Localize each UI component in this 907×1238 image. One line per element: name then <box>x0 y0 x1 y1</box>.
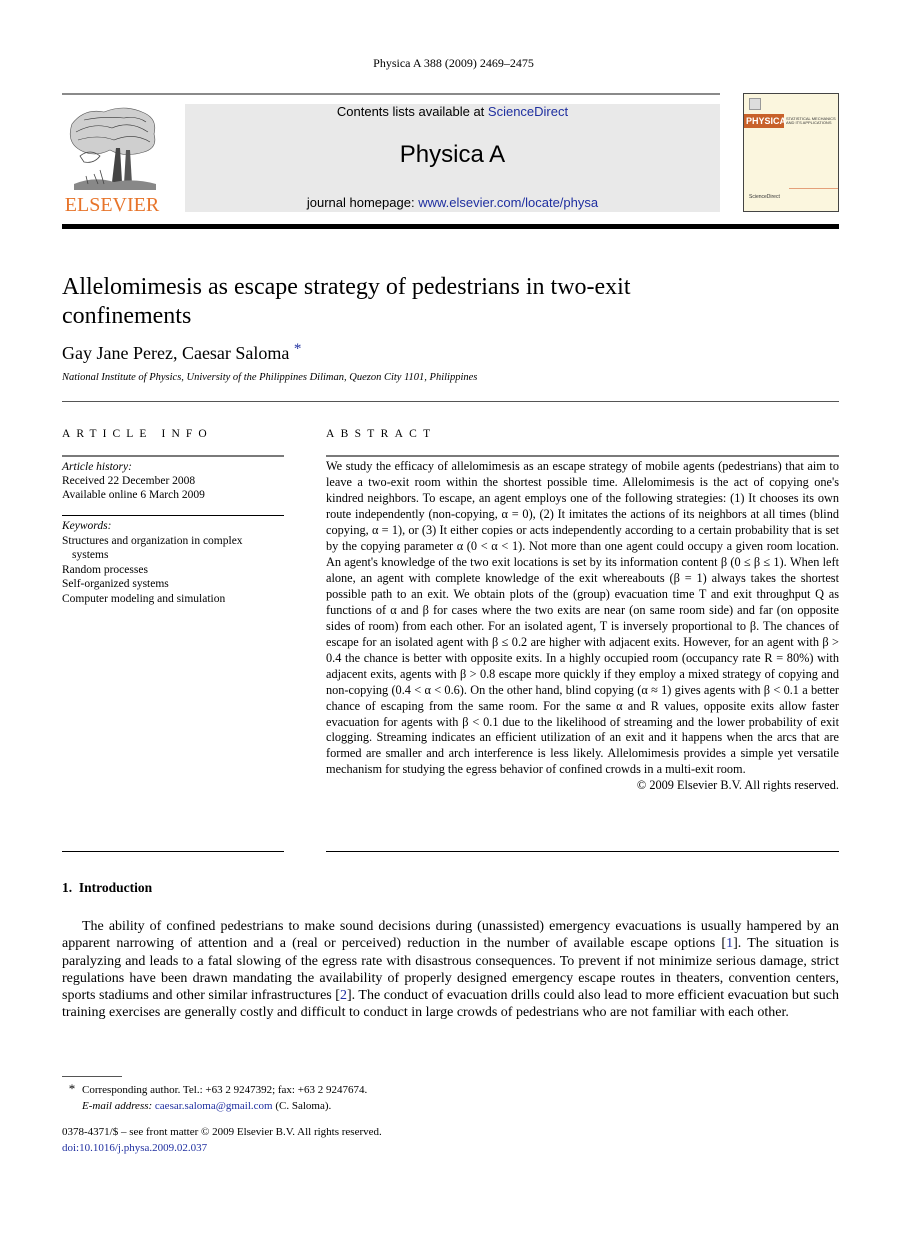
abstract-heading: ABSTRACT <box>326 428 437 440</box>
corresponding-author-note: Corresponding author. Tel.: +63 2 924739… <box>82 1084 368 1096</box>
contents-line: Contents lists available at ScienceDirec… <box>185 104 720 119</box>
footnote-rule <box>62 1076 122 1077</box>
intro-text-part: The ability of confined pedestrians to m… <box>62 919 839 952</box>
received-date: Received 22 December 2008 <box>62 475 196 487</box>
email-label: E-mail address: <box>82 1100 155 1112</box>
contents-prefix: Contents lists available at <box>336 104 488 119</box>
journal-banner: Contents lists available at ScienceDirec… <box>185 104 720 212</box>
available-date: Available online 6 March 2009 <box>62 489 205 501</box>
email-suffix: (C. Saloma). <box>272 1100 332 1112</box>
article-info-heading: ARTICLE INFO <box>62 428 213 440</box>
cover-subtitle: STATISTICAL MECHANICS AND ITS APPLICATIO… <box>786 116 836 125</box>
section-rule <box>62 401 839 402</box>
article-info-bottom-rule <box>62 851 284 852</box>
keywords-block: Keywords: Structures and organization in… <box>62 519 284 607</box>
journal-homepage-link[interactable]: www.elsevier.com/locate/physa <box>418 195 598 210</box>
affiliation: National Institute of Physics, Universit… <box>62 372 478 383</box>
introduction-heading: 1. Introduction <box>62 880 153 895</box>
keyword: Computer modeling and simulation <box>62 592 226 605</box>
header-top-rule <box>62 93 720 95</box>
homepage-line: journal homepage: www.elsevier.com/locat… <box>185 195 720 210</box>
citation-link[interactable]: 2 <box>340 988 347 1003</box>
homepage-prefix: journal homepage: <box>306 195 419 210</box>
history-label: Article history: <box>62 461 132 473</box>
article-title: Allelomimesis as escape strategy of pede… <box>62 274 631 329</box>
keywords-label: Keywords: <box>62 520 112 532</box>
front-matter: 0378-4371/$ – see front matter © 2009 El… <box>62 1124 562 1156</box>
sciencedirect-link[interactable]: ScienceDirect <box>488 104 568 119</box>
cover-title: PHYSICA <box>744 114 787 128</box>
cover-publisher-emblem-icon <box>749 98 761 110</box>
article-info-rule <box>62 455 284 457</box>
keyword-continuation: systems <box>72 549 109 562</box>
cover-divider <box>789 188 838 189</box>
corresponding-author-marker[interactable]: * <box>294 341 302 357</box>
authors: Gay Jane Perez, Caesar Saloma <box>62 343 290 363</box>
doi-link[interactable]: doi:10.1016/j.physa.2009.02.037 <box>62 1140 562 1156</box>
keyword: Self-organized systems <box>62 578 169 591</box>
footnote: * Corresponding author. Tel.: +63 2 92473… <box>62 1081 562 1114</box>
abstract: We study the efficacy of allelomimesis a… <box>326 459 839 794</box>
issn-line: 0378-4371/$ – see front matter © 2009 El… <box>62 1126 382 1138</box>
elsevier-tree-icon <box>69 107 156 190</box>
cover-footer: ScienceDirect <box>749 194 780 200</box>
elsevier-wordmark: ELSEVIER <box>64 194 160 216</box>
running-head: Physica A 388 (2009) 2469–2475 <box>373 56 534 70</box>
keywords-rule <box>62 515 284 516</box>
introduction-paragraph: The ability of confined pedestrians to m… <box>62 918 839 1022</box>
elsevier-logo: ELSEVIER <box>62 104 162 216</box>
article-history: Article history: Received 22 December 20… <box>62 460 284 502</box>
cover-title-band: PHYSICA STATISTICAL MECHANICS AND ITS AP… <box>744 114 838 128</box>
journal-cover-thumbnail[interactable]: PHYSICA STATISTICAL MECHANICS AND ITS AP… <box>743 93 839 212</box>
abstract-rule <box>326 455 839 457</box>
email-link[interactable]: caesar.saloma@gmail.com <box>155 1100 273 1112</box>
author-list: Gay Jane Perez, Caesar Saloma * <box>62 341 302 364</box>
keyword: Random processes <box>62 563 148 576</box>
abstract-bottom-rule <box>326 851 839 852</box>
footnote-marker: * <box>68 1081 76 1096</box>
header-thick-rule <box>62 224 839 229</box>
keyword: Structures and organization in complex <box>62 534 243 547</box>
abstract-copyright: © 2009 Elsevier B.V. All rights reserved… <box>636 778 839 793</box>
abstract-text: We study the efficacy of allelomimesis a… <box>326 459 839 777</box>
journal-title: Physica A <box>399 141 506 168</box>
